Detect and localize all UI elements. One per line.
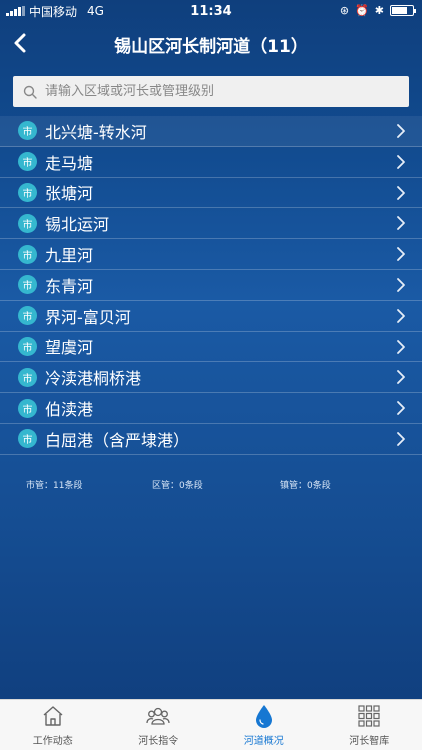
page-title: 锡山区河长制河道（11）	[114, 36, 308, 57]
city-level-badge: 市	[18, 182, 37, 202]
people-icon	[146, 707, 170, 725]
city-level-badge: 市	[18, 213, 37, 233]
tab-label: 工作动态	[32, 736, 73, 747]
back-button[interactable]	[6, 28, 36, 58]
chevron-left-icon	[14, 33, 26, 53]
status-right: ⊛ ⏰ ✱	[339, 4, 416, 17]
tab-label: 河道概况	[243, 736, 284, 747]
tab-bar: 工作动态 河长指令 河道概况 河长智库	[0, 699, 422, 750]
river-list-item[interactable]: 市白屈港（含严埭港）	[0, 424, 422, 455]
tab-commands[interactable]: 河长指令	[106, 700, 212, 750]
river-list-item[interactable]: 市走马塘	[0, 147, 422, 178]
lock-rotation-icon: ⊛	[339, 4, 350, 17]
chevron-right-icon	[397, 216, 405, 231]
river-list-item[interactable]: 市北兴塘-转水河	[0, 116, 422, 147]
river-list-item[interactable]: 市界河-富贝河	[0, 301, 422, 332]
river-list-item[interactable]: 市锡北运河	[0, 208, 422, 240]
tab-think-tank[interactable]: 河长智库	[317, 700, 422, 750]
chevron-right-icon	[397, 124, 405, 138]
home-icon	[43, 706, 63, 726]
chevron-right-icon	[397, 278, 405, 292]
city-level-badge: 市	[18, 244, 37, 264]
city-level-badge: 市	[18, 306, 37, 326]
grid-icon	[358, 705, 380, 727]
river-list-item[interactable]: 市望虞河	[0, 332, 422, 363]
river-name: 张塘河	[45, 184, 94, 204]
status-bar: 中国移动 4G 11:34 ⊛ ⏰ ✱	[0, 0, 422, 22]
tab-river-overview[interactable]: 河道概况	[211, 700, 317, 750]
search-input[interactable]	[45, 84, 385, 99]
river-list-item[interactable]: 市张塘河	[0, 178, 422, 209]
river-name: 北兴塘-转水河	[45, 122, 147, 142]
summary-district: 区管：0条段	[152, 481, 203, 491]
city-level-badge: 市	[18, 275, 37, 295]
river-list: 市北兴塘-转水河市走马塘市张塘河市锡北运河市九里河市东青河市界河-富贝河市望虞河…	[0, 116, 422, 455]
tab-label: 河长指令	[138, 736, 179, 747]
chevron-right-icon	[397, 401, 405, 416]
river-list-item[interactable]: 市九里河	[0, 239, 422, 270]
city-level-badge: 市	[18, 336, 37, 356]
city-level-badge: 市	[18, 429, 37, 449]
river-name: 东青河	[45, 276, 94, 296]
chevron-right-icon	[397, 185, 405, 200]
chevron-right-icon	[397, 308, 405, 323]
river-name: 冷渎港桐桥港	[45, 369, 142, 389]
city-level-badge: 市	[18, 398, 37, 418]
chevron-right-icon	[397, 370, 405, 385]
chevron-right-icon	[397, 432, 405, 446]
river-name: 伯渎港	[45, 400, 94, 420]
battery-icon	[390, 5, 416, 16]
summary-city: 市管：11条段	[26, 481, 83, 491]
river-name: 望虞河	[45, 338, 94, 358]
bluetooth-icon: ✱	[374, 4, 384, 17]
alarm-icon: ⏰	[355, 4, 369, 17]
river-list-item[interactable]: 市东青河	[0, 270, 422, 301]
river-name: 界河-富贝河	[45, 307, 131, 327]
water-drop-icon	[255, 705, 272, 728]
search-bar[interactable]	[13, 76, 409, 107]
river-name: 走马塘	[45, 153, 94, 173]
tab-label: 河长智库	[349, 736, 390, 747]
city-level-badge: 市	[18, 121, 37, 141]
nav-bar: 锡山区河长制河道（11）	[0, 22, 422, 66]
summary-town: 镇管：0条段	[280, 481, 331, 491]
river-name: 锡北运河	[45, 215, 110, 235]
river-name: 九里河	[45, 246, 94, 266]
chevron-right-icon	[397, 247, 405, 262]
river-name: 白屈港（含严埭港）	[45, 430, 190, 450]
city-level-badge: 市	[18, 367, 37, 387]
chevron-right-icon	[397, 339, 405, 354]
chevron-right-icon	[397, 154, 405, 169]
river-list-item[interactable]: 市冷渎港桐桥港	[0, 362, 422, 394]
river-list-item[interactable]: 市伯渎港	[0, 393, 422, 424]
search-icon	[23, 85, 37, 99]
city-level-badge: 市	[18, 152, 37, 172]
tab-work-news[interactable]: 工作动态	[0, 700, 106, 750]
